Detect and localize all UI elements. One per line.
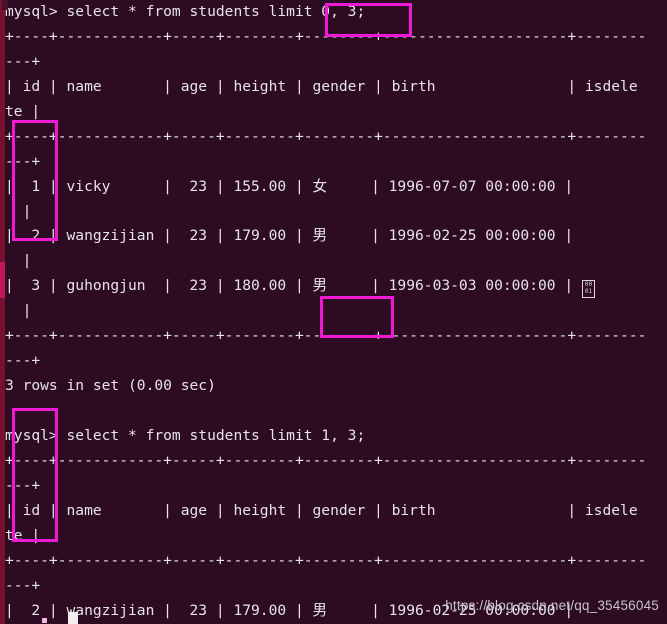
gender-glyph: 男 xyxy=(312,227,328,245)
line-text: | xyxy=(5,302,32,320)
terminal-line: +----+------------+-----+--------+------… xyxy=(5,449,667,474)
terminal-line: | id | name | age | height | gender | bi… xyxy=(5,75,667,100)
line-text: | id | name | age | height | gender | bi… xyxy=(5,501,638,519)
watermark-url: https://blog.csdn.net/qq_35456045 xyxy=(445,598,659,613)
window-edge-notch xyxy=(2,0,8,10)
line-text: mysql> select * from students limit 1, 3… xyxy=(5,426,366,444)
line-text: ---+ xyxy=(5,576,41,594)
gender-glyph: 男 xyxy=(312,277,328,295)
line-text: | xyxy=(5,252,32,270)
terminal-line: | 1 | vicky | 23 | 155.00 | 女 | 1996-07-… xyxy=(5,175,667,200)
line-text: | xyxy=(5,202,32,220)
terminal-line: mysql> select * from students limit 0, 3… xyxy=(5,0,667,25)
terminal-line: ---+ xyxy=(5,50,667,75)
terminal-line: +----+------------+-----+--------+------… xyxy=(5,25,667,50)
line-text: ---+ xyxy=(5,352,41,370)
terminal-line: +----+------------+-----+--------+------… xyxy=(5,324,667,349)
terminal-line: ---+ xyxy=(5,150,667,175)
terminal-line: | xyxy=(5,249,667,274)
line-text: ---+ xyxy=(5,476,41,494)
line-text: +----+------------+-----+--------+------… xyxy=(5,127,647,145)
terminal-line: | xyxy=(5,200,667,225)
line-text: +----+------------+-----+--------+------… xyxy=(5,551,647,569)
line-text: | 2 | wangzijian | 23 | 179.00 | xyxy=(5,601,313,619)
line-text-tail: | 1996-03-03 00:00:00 | xyxy=(327,277,582,295)
line-text: ---+ xyxy=(5,152,41,170)
terminal-line: | id | name | age | height | gender | bi… xyxy=(5,499,667,524)
line-text: +----+------------+-----+--------+------… xyxy=(5,27,647,45)
terminal-line: ---+ xyxy=(5,474,667,499)
terminal-line: | xyxy=(5,299,667,324)
missing-glyph-box-icon: 00 01 xyxy=(581,280,595,299)
prompt-glyph xyxy=(42,618,47,623)
terminal-line: te | xyxy=(5,524,667,549)
line-text-tail: | 1996-07-07 00:00:00 | xyxy=(327,177,574,195)
line-text: ---+ xyxy=(5,52,41,70)
terminal-line: 3 rows in set (0.00 sec) xyxy=(5,374,667,399)
line-text: +----+------------+-----+--------+------… xyxy=(5,451,647,469)
terminal-line: +----+------------+-----+--------+------… xyxy=(5,125,667,150)
mysql-terminal-window[interactable]: mysql> select * from students limit 0, 3… xyxy=(0,0,667,624)
terminal-line: +----+------------+-----+--------+------… xyxy=(5,549,667,574)
text-cursor xyxy=(68,612,78,624)
line-text: | id | name | age | height | gender | bi… xyxy=(5,77,638,95)
line-text: 3 rows in set (0.00 sec) xyxy=(5,377,216,395)
line-text: | 1 | vicky | 23 | 155.00 | xyxy=(5,177,313,195)
line-text: | 3 | guhongjun | 23 | 180.00 | xyxy=(5,277,313,295)
line-text: +----+------------+-----+--------+------… xyxy=(5,327,647,345)
terminal-output[interactable]: mysql> select * from students limit 0, 3… xyxy=(5,0,667,624)
terminal-line: | 3 | guhongjun | 23 | 180.00 | 男 | 1996… xyxy=(5,274,667,299)
line-text: | 2 | wangzijian | 23 | 179.00 | xyxy=(5,227,313,245)
terminal-line: mysql> select * from students limit 1, 3… xyxy=(5,424,667,449)
terminal-line: ---+ xyxy=(5,349,667,374)
gender-glyph: 女 xyxy=(312,177,328,195)
terminal-line: | 2 | wangzijian | 23 | 179.00 | 男 | 199… xyxy=(5,224,667,249)
line-text: te | xyxy=(5,526,41,544)
line-text-tail: | 1996-02-25 00:00:00 | xyxy=(327,227,574,245)
line-text: mysql> select * from students limit 0, 3… xyxy=(5,3,366,20)
line-text: te | xyxy=(5,102,41,120)
terminal-line: te | xyxy=(5,100,667,125)
gender-glyph: 男 xyxy=(312,601,328,619)
